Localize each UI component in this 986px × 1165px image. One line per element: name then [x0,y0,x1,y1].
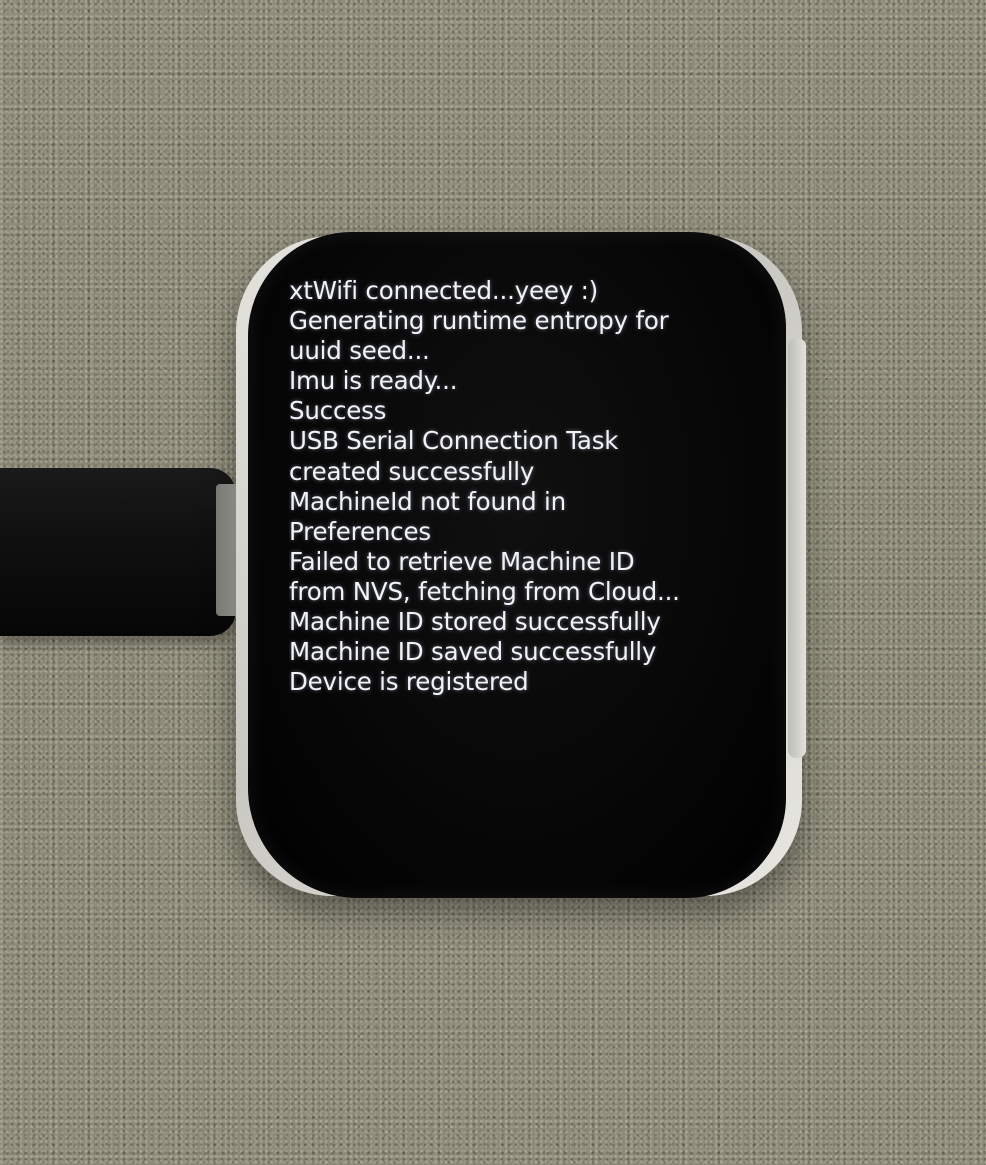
log-line-preferences: Preferences [289,516,431,546]
watch-side-button[interactable] [788,338,806,758]
log-line-success: Success [289,396,387,426]
log-line-machineid-missing: MachineId not found in [289,486,566,516]
log-line-retrieve-failed: Failed to retrieve Machine ID [289,546,635,576]
log-line-id-stored: Machine ID stored successfully [289,607,661,637]
log-line-fetch-cloud: from NVS, fetching from Cloud... [289,576,680,606]
log-line-id-saved: Machine ID saved successfully [289,637,657,667]
log-line-uuid-seed: uuid seed... [289,336,430,366]
log-line-entropy: Generating runtime entropy for [289,306,669,336]
log-line-usb-task: USB Serial Connection Task [289,426,619,456]
log-line-imu: Imu is ready... [289,366,458,396]
log-line-registered: Device is registered [289,667,529,697]
log-line-wifi: xtWifi connected...yeey :) [289,276,599,305]
log-line-usb-created: created successfully [289,456,535,486]
watch-log-display: xtWifi connected...yeey :) Generating ru… [289,276,749,716]
charging-cable [0,468,236,636]
